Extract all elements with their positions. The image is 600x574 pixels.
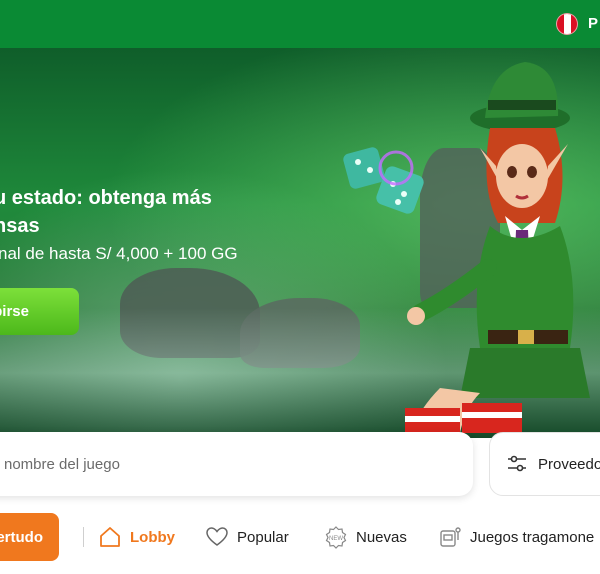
tab-label: Lobby bbox=[130, 528, 175, 546]
providers-button[interactable]: Proveedo bbox=[489, 432, 600, 496]
register-button[interactable]: birse bbox=[0, 288, 79, 335]
tab-tragamonedas[interactable]: Juegos tragamone bbox=[438, 522, 594, 552]
hero-title: u estado: obtenga más nsas bbox=[0, 184, 254, 240]
tab-label: Juegos tragamone bbox=[470, 528, 595, 546]
dice-icon bbox=[343, 147, 424, 214]
tab-popular[interactable]: Popular bbox=[205, 522, 289, 552]
hero-banner[interactable]: u estado: obtenga más nsas nal de hasta … bbox=[0, 48, 600, 438]
tab-lobby[interactable]: Lobby bbox=[98, 522, 175, 552]
top-bar: P bbox=[0, 0, 600, 48]
open-category-button[interactable]: ertudo bbox=[0, 513, 59, 561]
peru-flag-icon[interactable] bbox=[556, 13, 578, 35]
tab-nuevas[interactable]: NEW Nuevas bbox=[324, 522, 407, 552]
language-selector[interactable]: P bbox=[588, 15, 598, 32]
search-bar bbox=[0, 432, 473, 496]
search-input[interactable] bbox=[0, 432, 470, 496]
leprechaun-illustration bbox=[405, 62, 590, 433]
sliders-icon bbox=[506, 453, 528, 475]
heart-icon bbox=[205, 525, 229, 549]
new-badge-icon: NEW bbox=[324, 525, 348, 549]
tab-label: Nuevas bbox=[356, 528, 407, 546]
providers-label: Proveedo bbox=[538, 455, 600, 473]
divider bbox=[83, 527, 84, 547]
hero-title-line: u estado: obtenga más bbox=[0, 187, 212, 209]
slot-machine-icon bbox=[438, 525, 462, 549]
hero-subtitle: nal de hasta S/ 4,000 + 100 GG bbox=[0, 244, 238, 263]
tab-label: Popular bbox=[237, 528, 289, 546]
home-icon bbox=[98, 525, 122, 549]
hero-title-line: nsas bbox=[0, 215, 40, 237]
svg-text:NEW: NEW bbox=[329, 536, 343, 542]
